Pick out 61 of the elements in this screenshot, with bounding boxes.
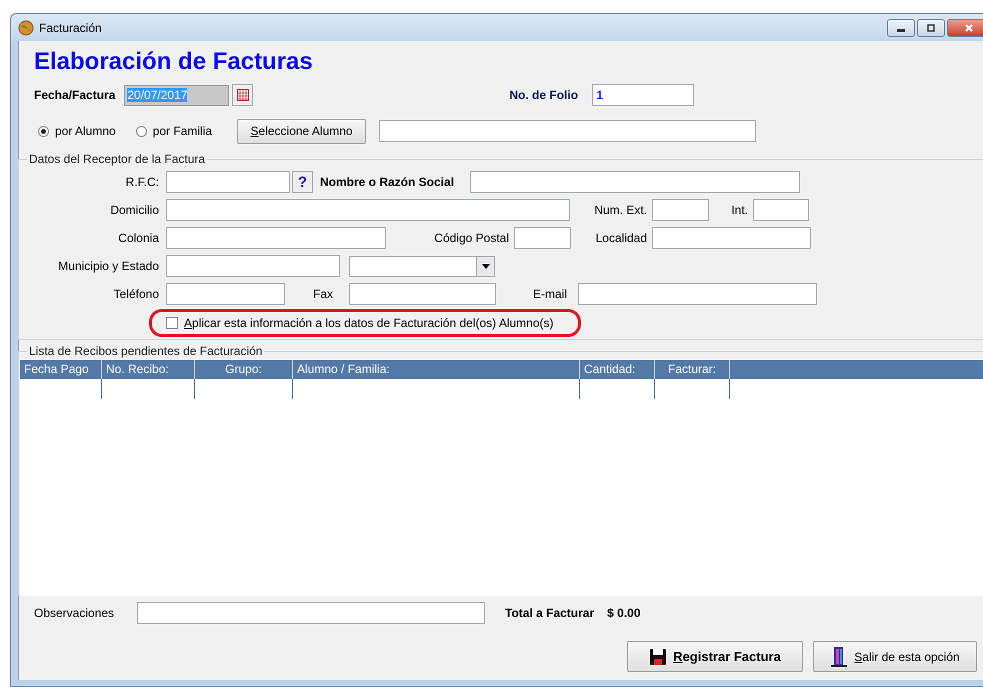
dropdown-arrow-icon <box>482 264 490 268</box>
field-label: Código Postal <box>433 231 509 245</box>
email-field[interactable] <box>578 283 817 305</box>
column-header[interactable]: Cantidad: <box>580 360 655 379</box>
field-label: Localidad <box>594 231 647 245</box>
column-header[interactable]: Fecha Pago <box>20 360 102 379</box>
field-label: Nombre o Razón Social <box>320 175 456 189</box>
phone-field[interactable] <box>166 283 285 305</box>
field-label: Colonia <box>117 231 160 245</box>
field-label: Int. <box>730 203 748 217</box>
radio-option[interactable]: por Familia <box>136 124 212 138</box>
total-value: $ 0.00 <box>607 606 641 620</box>
address-field[interactable] <box>166 199 570 221</box>
apply-checkbox[interactable]: Aplicar esta información a los datos de Facturación del(os) Alumno(s) <box>166 316 554 330</box>
maximize-icon <box>926 22 936 32</box>
field-label: Domicilio <box>109 203 160 217</box>
window-title: Facturación <box>39 20 102 34</box>
minimize-button[interactable] <box>887 18 915 36</box>
observations-field[interactable] <box>137 602 485 624</box>
rfc-field[interactable] <box>166 171 290 193</box>
state-dropdown[interactable] <box>349 256 495 276</box>
field-label: Fax <box>312 287 333 301</box>
column-header[interactable]: Grupo: <box>195 360 293 379</box>
field-label: E-mail <box>532 287 567 301</box>
select-student-button[interactable]: Seleccione Alumno <box>237 118 366 144</box>
calendar-icon <box>236 89 249 101</box>
interior-field[interactable] <box>753 199 809 221</box>
column-header[interactable]: Alumno / Familia: <box>293 360 580 379</box>
fax-field[interactable] <box>349 283 496 305</box>
group-title: Datos del Receptor de la Factura <box>28 152 206 166</box>
field-label: Observaciones <box>34 606 116 620</box>
close-icon <box>964 22 974 32</box>
close-button[interactable] <box>947 18 983 36</box>
field-label: Num. Ext. <box>593 203 647 217</box>
postal-code-field[interactable] <box>514 227 571 249</box>
field-label: R.F.C: <box>124 175 160 189</box>
maximize-button[interactable] <box>917 18 945 36</box>
radio-option[interactable]: por Alumno <box>38 124 116 138</box>
form-heading: Elaboración de Facturas <box>34 48 314 77</box>
column-header[interactable]: No. Recibo: <box>102 360 195 379</box>
student-field[interactable] <box>379 120 756 142</box>
field-label: Teléfono <box>112 287 160 301</box>
column-header[interactable]: Facturar: <box>655 360 730 379</box>
name-field[interactable] <box>470 171 800 193</box>
calendar-button[interactable] <box>232 84 254 106</box>
folio-field[interactable]: 1 <box>592 84 694 106</box>
fecha-label: Fecha/Factura <box>34 88 116 102</box>
field-label: Municipio y Estado <box>57 259 160 273</box>
register-button[interactable]: Registrar Factura <box>627 641 803 672</box>
number-field[interactable] <box>652 199 709 221</box>
folio-label: No. de Folio <box>509 88 580 102</box>
globe-icon <box>18 20 34 36</box>
exit-button[interactable]: Salir de esta opción <box>813 641 977 672</box>
municipality-field[interactable] <box>166 255 340 277</box>
total-label: Total a Facturar <box>505 606 594 620</box>
colonia-field[interactable] <box>166 227 386 249</box>
minimize-icon <box>897 29 905 32</box>
door-exit-icon <box>830 646 848 668</box>
group-title: Lista de Recibos pendientes de Facturación <box>28 344 264 358</box>
locality-field[interactable] <box>652 227 811 249</box>
help-button[interactable]: ? <box>292 171 313 193</box>
